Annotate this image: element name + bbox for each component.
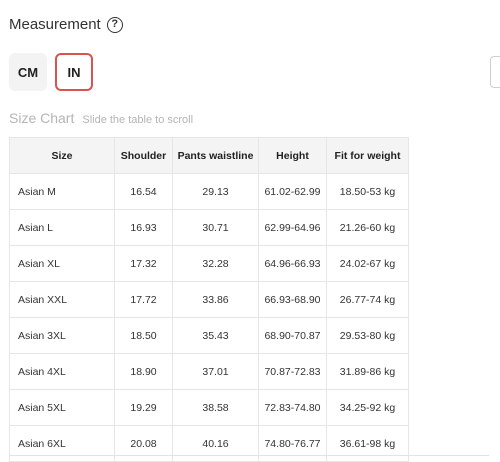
divider — [9, 455, 489, 456]
table-row: Asian XL 17.32 32.28 64.96-66.93 24.02-67 kg — [9, 245, 409, 282]
table-row: Asian XXL 17.72 33.86 66.93-68.90 26.77-74 k… — [9, 281, 409, 318]
size-label: Asian L — [18, 221, 54, 234]
table-row: Asian L 16.93 30.71 62.99-64.96 21.26-60 kg — [9, 209, 409, 246]
redaction-mask — [68, 214, 108, 241]
table-row: Asian 5XL 19.29 38.58 72.83-74.80 34.25-92 k… — [9, 389, 409, 426]
redaction-mask — [68, 394, 108, 421]
cell-shoulder: 16.54 — [114, 173, 173, 210]
cell-fit-for-weight: 31.89-86 kg — [326, 353, 409, 390]
redaction-mask — [68, 286, 108, 313]
cell-size: Asian XXL — [9, 281, 115, 318]
help-icon[interactable]: ? — [106, 16, 123, 33]
unit-in-button[interactable]: IN — [55, 53, 93, 91]
cell-size: Asian XL — [9, 245, 115, 282]
column-header-shoulder: Shoulder — [114, 137, 173, 174]
cell-fit-for-weight: 34.25-92 kg — [326, 389, 409, 426]
table-row: Asian M 16.54 29.13 61.02-62.99 18.50-53 kg — [9, 173, 409, 210]
cell-pants-waistline: 35.43 — [172, 317, 259, 354]
column-header-fit-for-weight: Fit for weight — [326, 137, 409, 174]
cell-fit-for-weight: 36.61-98 kg — [326, 425, 409, 462]
size-label: Asian 4XL — [18, 365, 66, 378]
cell-shoulder: 19.29 — [114, 389, 173, 426]
cell-size: Asian 4XL — [9, 353, 115, 390]
size-chart-title: Size Chart — [9, 110, 75, 126]
cell-fit-for-weight: 18.50-53 kg — [326, 173, 409, 210]
scroll-hint: Slide the table to scroll — [82, 114, 194, 126]
cell-height: 62.99-64.96 — [258, 209, 327, 246]
cell-shoulder: 16.93 — [114, 209, 173, 246]
column-header-pants-waistline: Pants waistline — [172, 137, 259, 174]
cell-size: Asian 5XL — [9, 389, 115, 426]
cell-size: Asian M — [9, 173, 115, 210]
redaction-mask — [68, 322, 108, 349]
table-row: Asian 4XL 18.90 37.01 70.87-72.83 31.89-86 k… — [9, 353, 409, 390]
size-label: Asian 5XL — [18, 401, 66, 414]
size-table: Size Shoulder Pants waistline Height Fit… — [9, 137, 409, 462]
redaction-mask — [68, 358, 108, 385]
table-header-row: Size Shoulder Pants waistline Height Fit… — [9, 137, 409, 174]
cell-fit-for-weight: 29.53-80 kg — [326, 317, 409, 354]
cell-fit-for-weight: 24.02-67 kg — [326, 245, 409, 282]
cell-height: 61.02-62.99 — [258, 173, 327, 210]
table-body: Asian M 16.54 29.13 61.02-62.99 18.50-53 kg A… — [9, 173, 409, 462]
cell-height: 74.80-76.77 — [258, 425, 327, 462]
cell-shoulder: 18.90 — [114, 353, 173, 390]
cell-shoulder: 17.72 — [114, 281, 173, 318]
size-label: Asian XL — [18, 257, 61, 270]
unit-toggle: CM IN — [9, 53, 93, 91]
table-row: Asian 6XL 20.08 40.16 74.80-76.77 36.61-98 k… — [9, 425, 409, 462]
table-row: Asian 3XL 18.50 35.43 68.90-70.87 29.53-80 k… — [9, 317, 409, 354]
offscreen-input-box[interactable] — [490, 56, 500, 88]
cell-height: 70.87-72.83 — [258, 353, 327, 390]
size-label: Asian 3XL — [18, 329, 66, 342]
cell-shoulder: 20.08 — [114, 425, 173, 462]
cell-shoulder: 18.50 — [114, 317, 173, 354]
cell-size: Asian 3XL — [9, 317, 115, 354]
cell-height: 72.83-74.80 — [258, 389, 327, 426]
redaction-mask — [68, 250, 108, 277]
redaction-mask — [68, 178, 108, 205]
cell-size: Asian 6XL — [9, 425, 115, 462]
size-label: Asian M — [18, 185, 56, 198]
size-label: Asian XXL — [18, 293, 68, 306]
measurement-header: Measurement ? — [9, 16, 123, 33]
cell-fit-for-weight: 21.26-60 kg — [326, 209, 409, 246]
size-label: Asian 6XL — [18, 437, 66, 450]
column-header-height: Height — [258, 137, 327, 174]
redaction-mask — [68, 430, 108, 457]
cell-size: Asian L — [9, 209, 115, 246]
cell-pants-waistline: 40.16 — [172, 425, 259, 462]
cell-pants-waistline: 29.13 — [172, 173, 259, 210]
unit-cm-button[interactable]: CM — [9, 53, 47, 91]
cell-pants-waistline: 30.71 — [172, 209, 259, 246]
cell-fit-for-weight: 26.77-74 kg — [326, 281, 409, 318]
cell-height: 68.90-70.87 — [258, 317, 327, 354]
cell-pants-waistline: 33.86 — [172, 281, 259, 318]
page-title: Measurement — [9, 16, 101, 33]
cell-height: 66.93-68.90 — [258, 281, 327, 318]
cell-height: 64.96-66.93 — [258, 245, 327, 282]
column-header-size: Size — [9, 137, 115, 174]
cell-shoulder: 17.32 — [114, 245, 173, 282]
size-table-container[interactable]: Size Shoulder Pants waistline Height Fit… — [9, 137, 409, 462]
cell-pants-waistline: 37.01 — [172, 353, 259, 390]
size-chart-heading: Size Chart Slide the table to scroll — [9, 110, 193, 126]
cell-pants-waistline: 32.28 — [172, 245, 259, 282]
cell-pants-waistline: 38.58 — [172, 389, 259, 426]
